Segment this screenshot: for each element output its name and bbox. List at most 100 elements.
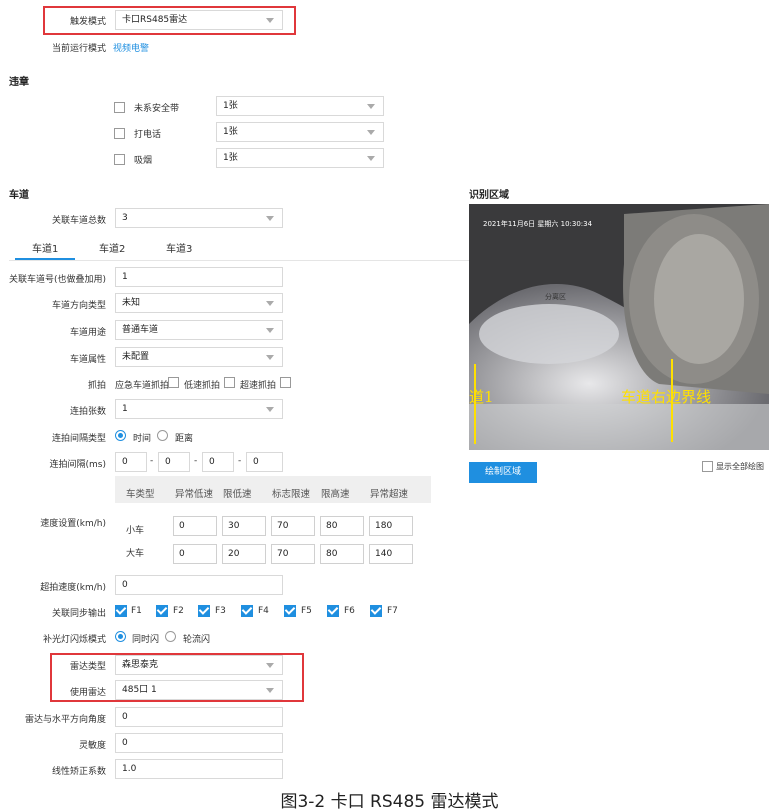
flash-sync-radio[interactable]: [115, 631, 126, 642]
direction-select[interactable]: 未知: [115, 293, 283, 313]
violation-seatbelt-checkbox[interactable]: [114, 102, 125, 113]
speed-small-min[interactable]: 30: [222, 516, 266, 536]
lane-no-input[interactable]: 1: [115, 267, 283, 287]
burst-label: 连拍张数: [69, 407, 106, 417]
sensitivity-input[interactable]: 0: [115, 733, 283, 753]
speed-small-abn-low[interactable]: 0: [173, 516, 217, 536]
chevron-down-icon: [367, 156, 375, 161]
violation-phone-value: 1张: [223, 127, 238, 137]
right-line-label: 车道右边界线: [621, 388, 712, 406]
lane-no-label: 关联车道号(也做叠加用): [8, 275, 106, 285]
usage-select[interactable]: 普通车道: [115, 320, 283, 340]
flash-label: 补光灯闪烁模式: [42, 635, 106, 645]
sync-f6-checkbox[interactable]: [327, 605, 339, 617]
linear-label: 线性矫正系数: [51, 767, 106, 777]
sync-f7-label: F7: [387, 606, 398, 616]
speed-large-min[interactable]: 20: [222, 544, 266, 564]
overspeed-input[interactable]: 0: [115, 575, 283, 595]
interval-input-4[interactable]: 0: [246, 452, 283, 472]
direction-label: 车道方向类型: [51, 301, 106, 311]
speed-header-abn-low: 异常低速: [175, 489, 214, 500]
sync-f3-label: F3: [215, 606, 226, 616]
capture-overspeed-checkbox[interactable]: [280, 377, 291, 388]
trigger-mode-value: 卡口RS485雷达: [122, 15, 188, 25]
speed-type-small: 小车: [126, 526, 145, 536]
run-mode-label: 当前运行模式: [51, 44, 106, 54]
violation-seatbelt-value: 1张: [223, 101, 238, 111]
usage-value: 普通车道: [122, 325, 159, 335]
flash-alternate-radio[interactable]: [165, 631, 176, 642]
sync-f6-label: F6: [344, 606, 355, 616]
burst-select[interactable]: 1: [115, 399, 283, 419]
burst-value: 1: [122, 404, 128, 414]
speed-large-abn-high[interactable]: 140: [369, 544, 413, 564]
trigger-mode-label: 触发模式: [69, 17, 106, 27]
violation-seatbelt-select[interactable]: 1张: [216, 96, 384, 116]
capture-emergency-label: 应急车道抓拍: [115, 381, 170, 391]
speed-large-sign[interactable]: 70: [271, 544, 315, 564]
speed-small-sign[interactable]: 70: [271, 516, 315, 536]
speed-large-abn-low[interactable]: 0: [173, 544, 217, 564]
violation-phone-select[interactable]: 1张: [216, 122, 384, 142]
violation-phone-checkbox[interactable]: [114, 128, 125, 139]
interval-input-3[interactable]: 0: [202, 452, 234, 472]
chevron-down-icon: [367, 130, 375, 135]
radar-use-select[interactable]: 485口 1: [115, 680, 283, 700]
sensitivity-label: 灵敏度: [78, 741, 106, 751]
radar-use-value: 485口 1: [122, 685, 157, 695]
chevron-down-icon: [266, 355, 274, 360]
sync-f4-label: F4: [258, 606, 269, 616]
interval-input-2[interactable]: 0: [158, 452, 190, 472]
violation-smoking-select[interactable]: 1张: [216, 148, 384, 168]
tab-lane-3[interactable]: 车道3: [166, 240, 192, 255]
draw-region-button[interactable]: 绘制区域: [469, 462, 537, 483]
violation-smoking-checkbox[interactable]: [114, 154, 125, 165]
capture-label: 抓拍: [87, 381, 106, 391]
sync-f7-checkbox[interactable]: [370, 605, 382, 617]
sync-f5-checkbox[interactable]: [284, 605, 296, 617]
tab-divider: [9, 260, 469, 261]
interval-time-radio[interactable]: [115, 430, 126, 441]
show-all-checkbox[interactable]: [702, 461, 713, 472]
sync-f1-checkbox[interactable]: [115, 605, 127, 617]
sync-label: 关联同步输出: [51, 609, 106, 619]
lane-total-value: 3: [122, 213, 128, 223]
tab-lane-2[interactable]: 车道2: [99, 240, 125, 255]
chevron-down-icon: [266, 663, 274, 668]
lane-total-label: 关联车道总数: [51, 216, 106, 226]
violation-smoking-value: 1张: [223, 153, 238, 163]
trigger-mode-select[interactable]: 卡口RS485雷达: [115, 10, 283, 30]
radar-type-select[interactable]: 森思泰克: [115, 655, 283, 675]
lane-total-select[interactable]: 3: [115, 208, 283, 228]
linear-input[interactable]: 1.0: [115, 759, 283, 779]
radar-type-value: 森思泰克: [122, 660, 159, 670]
dash-separator: -: [194, 456, 198, 466]
angle-input[interactable]: 0: [115, 707, 283, 727]
left-line-label: 道1: [469, 388, 494, 406]
violation-title: 违章: [9, 77, 29, 88]
sync-f3-checkbox[interactable]: [198, 605, 210, 617]
chevron-down-icon: [266, 301, 274, 306]
sync-f5-label: F5: [301, 606, 312, 616]
attr-select[interactable]: 未配置: [115, 347, 283, 367]
interval-distance-label: 距离: [175, 434, 194, 444]
speed-large-max[interactable]: 80: [320, 544, 364, 564]
flash-alternate-label: 轮流闪: [183, 635, 211, 645]
sync-f2-checkbox[interactable]: [156, 605, 168, 617]
chevron-down-icon: [266, 328, 274, 333]
lane-title: 车道: [9, 190, 29, 201]
radar-use-label: 使用雷达: [69, 688, 106, 698]
sync-f4-checkbox[interactable]: [241, 605, 253, 617]
speed-small-max[interactable]: 80: [320, 516, 364, 536]
chevron-down-icon: [266, 407, 274, 412]
run-mode-value: 视频电警: [113, 44, 150, 54]
speed-small-abn-high[interactable]: 180: [369, 516, 413, 536]
interval-input-1[interactable]: 0: [115, 452, 147, 472]
tab-lane-1[interactable]: 车道1: [32, 240, 58, 255]
camera-preview[interactable]: 2021年11月6日 星期六 10:30:34 分离区 道1 车道右边界线: [469, 204, 769, 450]
interval-distance-radio[interactable]: [157, 430, 168, 441]
capture-emergency-checkbox[interactable]: [168, 377, 179, 388]
direction-value: 未知: [122, 298, 141, 308]
capture-lowspeed-checkbox[interactable]: [224, 377, 235, 388]
region-title: 识别区域: [469, 190, 509, 201]
